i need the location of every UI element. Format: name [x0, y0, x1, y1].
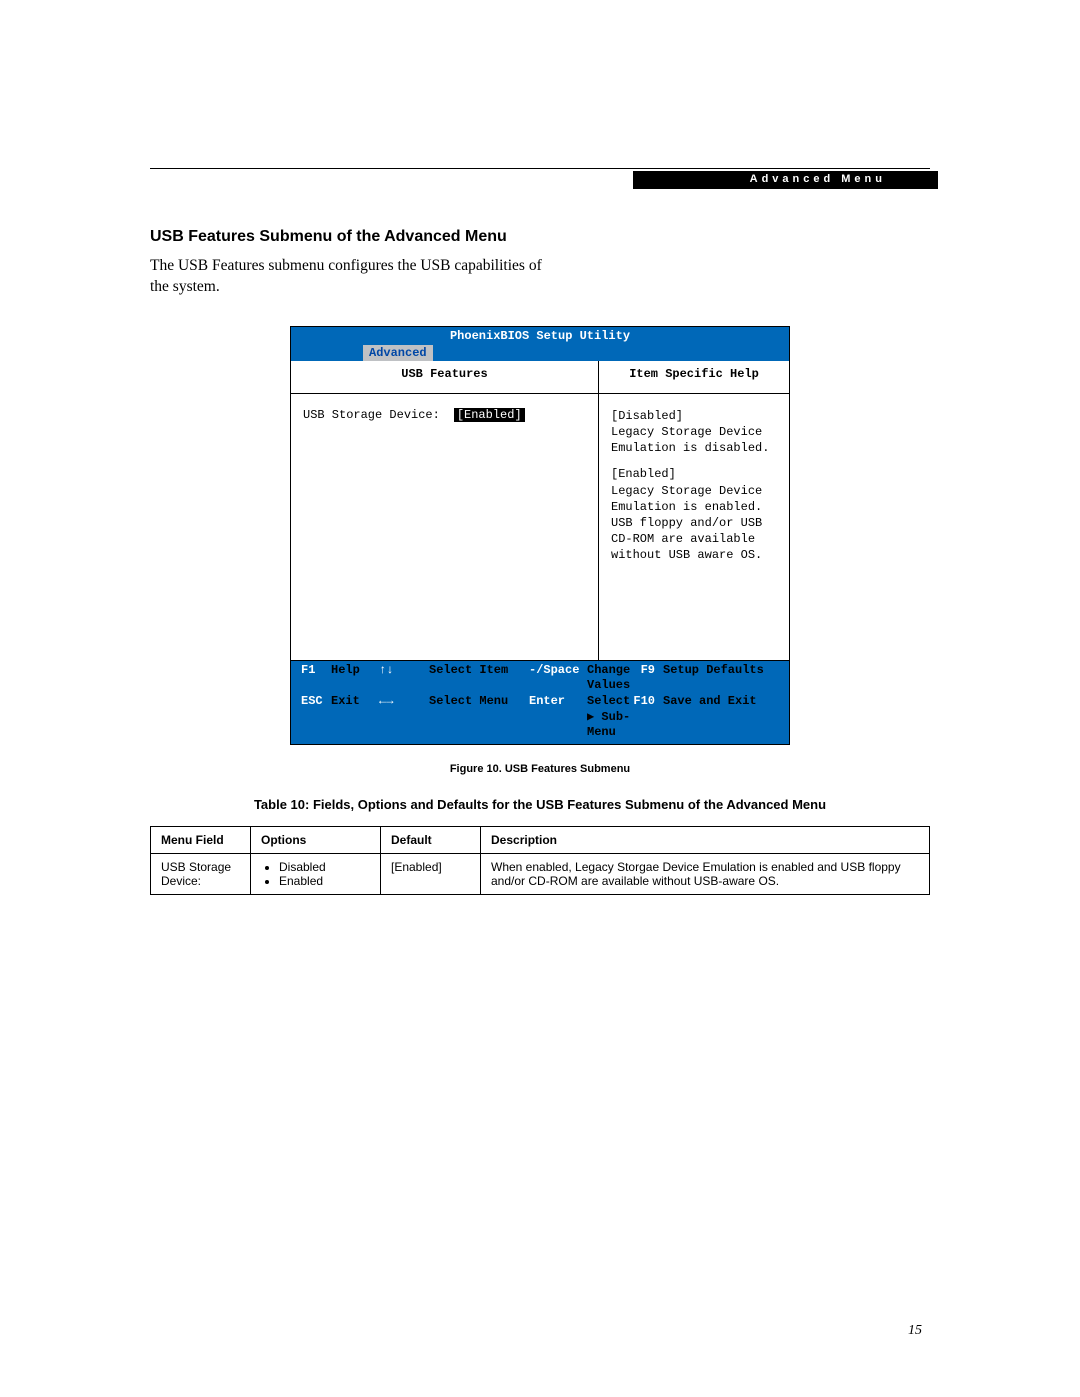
- option-enabled: Enabled: [279, 874, 370, 888]
- bios-menu-tabs: Advanced: [290, 345, 790, 361]
- cell-default: [Enabled]: [381, 853, 481, 894]
- cell-menu-field: USB Storage Device:: [151, 853, 251, 894]
- bios-main-pane: USB Features USB Storage Device: [Enabled…: [291, 361, 599, 660]
- col-options: Options: [251, 826, 381, 853]
- page-header-rule: Advanced Menu: [150, 168, 930, 186]
- document-page: Advanced Menu USB Features Submenu of th…: [150, 168, 930, 895]
- table-row: USB Storage Device: Disabled Enabled [En…: [151, 853, 930, 894]
- key-enter: Enter: [529, 694, 587, 741]
- arrows-updown-icon: ↑↓: [379, 663, 429, 694]
- action-select-menu: Select Menu: [429, 694, 529, 741]
- action-setup-defaults: Setup Defaults: [663, 663, 783, 694]
- figure-caption: Figure 10. USB Features Submenu: [150, 763, 930, 775]
- col-description: Description: [481, 826, 930, 853]
- action-save-exit: Save and Exit: [663, 694, 783, 741]
- key-minus-space: -/Space: [529, 663, 587, 694]
- help-enabled-label: [Enabled]: [611, 466, 779, 482]
- page-number: 15: [908, 1323, 922, 1339]
- help-disabled-text: Legacy Storage Device Emulation is disab…: [611, 424, 779, 456]
- tab-advanced[interactable]: Advanced: [363, 345, 433, 361]
- table-title: Table 10: Fields, Options and Defaults f…: [150, 797, 930, 812]
- key-esc: ESC: [301, 694, 331, 741]
- bios-help-title: Item Specific Help: [599, 361, 789, 393]
- bios-option-row[interactable]: USB Storage Device: [Enabled]: [291, 394, 598, 422]
- bios-screenshot: PhoenixBIOS Setup Utility Advanced USB F…: [290, 326, 790, 745]
- action-change-values: Change Values: [587, 663, 633, 694]
- action-select-submenu: Select ▶ Sub-Menu: [587, 694, 633, 741]
- action-exit: Exit: [331, 694, 379, 741]
- bios-option-value[interactable]: [Enabled]: [454, 408, 525, 422]
- bios-key-legend: F1 Help ↑↓ Select Item -/Space Change Va…: [290, 661, 790, 745]
- bios-pane-title: USB Features: [291, 361, 598, 393]
- help-enabled-text: Legacy Storage Device Emulation is enabl…: [611, 483, 779, 564]
- key-f9: F9: [633, 663, 663, 694]
- bios-utility-title: PhoenixBIOS Setup Utility: [290, 326, 790, 345]
- section-intro: The USB Features submenu configures the …: [150, 256, 550, 298]
- help-disabled-label: [Disabled]: [611, 408, 779, 424]
- action-help: Help: [331, 663, 379, 694]
- col-menu-field: Menu Field: [151, 826, 251, 853]
- options-table: Menu Field Options Default Description U…: [150, 826, 930, 895]
- key-f1: F1: [301, 663, 331, 694]
- key-f10: F10: [633, 694, 663, 741]
- section-title: USB Features Submenu of the Advanced Men…: [150, 228, 930, 246]
- bios-option-label: USB Storage Device:: [303, 408, 440, 422]
- bios-help-pane: Item Specific Help [Disabled] Legacy Sto…: [599, 361, 789, 660]
- breadcrumb: Advanced Menu: [633, 171, 938, 189]
- cell-options: Disabled Enabled: [251, 853, 381, 894]
- arrows-leftright-icon: ←→: [379, 694, 429, 741]
- table-header-row: Menu Field Options Default Description: [151, 826, 930, 853]
- cell-description: When enabled, Legacy Storgae Device Emul…: [481, 853, 930, 894]
- col-default: Default: [381, 826, 481, 853]
- option-disabled: Disabled: [279, 860, 370, 874]
- action-select-item: Select Item: [429, 663, 529, 694]
